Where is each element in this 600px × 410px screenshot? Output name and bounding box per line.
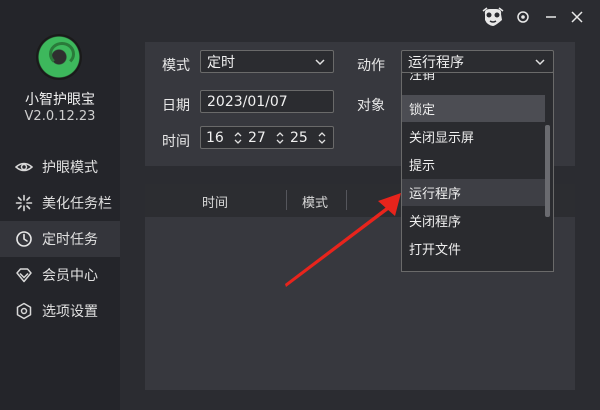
annotation-arrow [285, 193, 401, 287]
